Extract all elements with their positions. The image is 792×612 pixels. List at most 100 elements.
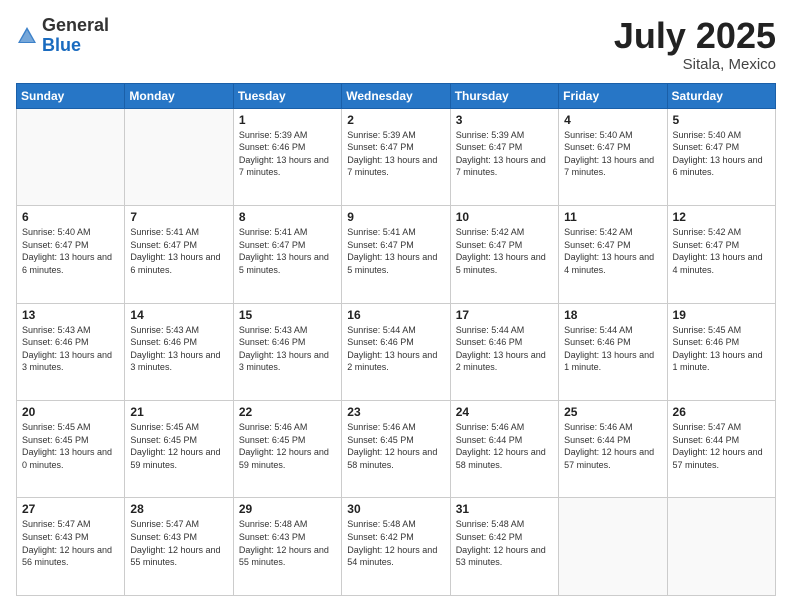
calendar-week-row: 13 Sunrise: 5:43 AMSunset: 6:46 PMDayligh…: [17, 303, 776, 400]
table-row: 10 Sunrise: 5:42 AMSunset: 6:47 PMDayligh…: [450, 206, 558, 303]
cell-text: Sunrise: 5:40 AMSunset: 6:47 PMDaylight:…: [22, 226, 119, 276]
table-row: 27Sunrise: 5:47 AMSunset: 6:43 PMDayligh…: [17, 498, 125, 596]
day-number: 11: [564, 210, 661, 224]
day-number: 10: [456, 210, 553, 224]
cell-text: Sunrise: 5:48 AMSunset: 6:42 PMDaylight:…: [456, 518, 553, 568]
table-row: 15 Sunrise: 5:43 AMSunset: 6:46 PMDayligh…: [233, 303, 341, 400]
day-number: 6: [22, 210, 119, 224]
table-row: 28 Sunrise: 5:47 AMSunset: 6:43 PMDayligh…: [125, 498, 233, 596]
col-saturday: Saturday: [667, 83, 775, 108]
table-row: 21Sunrise: 5:45 AMSunset: 6:45 PMDayligh…: [125, 401, 233, 498]
cell-text: Sunrise: 5:43 AMSunset: 6:46 PMDaylight:…: [130, 324, 227, 374]
day-number: 30: [347, 502, 444, 516]
day-number: 3: [456, 113, 553, 127]
table-row: 5Sunrise: 5:40 AMSunset: 6:47 PMDaylight…: [667, 108, 775, 205]
table-row: [559, 498, 667, 596]
cell-text: Sunrise: 5:44 AMSunset: 6:46 PMDaylight:…: [347, 324, 444, 374]
calendar-week-row: 27 Sunrise: 5:47 AMSunset: 6:43 PMDayligh…: [17, 498, 776, 596]
day-number: 15: [239, 308, 336, 322]
table-row: 9 Sunrise: 5:41 AMSunset: 6:47 PMDaylight…: [342, 206, 450, 303]
cell-text: Sunrise: 5:46 AMSunset: 6:45 PMDaylight:…: [347, 421, 444, 471]
day-number: 7: [130, 210, 227, 224]
cell-text: Sunrise: 5:46 AMSunset: 6:45 PMDaylight:…: [239, 421, 336, 471]
col-tuesday: Tuesday: [233, 83, 341, 108]
cell-text: Sunrise: 5:39 AMSunset: 6:47 PMDaylight:…: [456, 129, 553, 179]
cell-text: Sunrise: 5:43 AMSunset: 6:46 PMDaylight:…: [22, 324, 119, 374]
table-row: 11Sunrise: 5:42 AMSunset: 6:47 PMDayligh…: [559, 206, 667, 303]
day-number: 1: [239, 113, 336, 127]
table-row: 20 Sunrise: 5:45 AMSunset: 6:45 PMDayligh…: [17, 401, 125, 498]
day-number: 29: [239, 502, 336, 516]
cell-text: Sunrise: 5:44 AMSunset: 6:46 PMDaylight:…: [564, 324, 661, 374]
page: General Blue July 2025 Sitala, Mexico Su…: [0, 0, 792, 612]
table-row: 1Sunrise: 5:39 AMSunset: 6:46 PMDaylight…: [233, 108, 341, 205]
day-number: 2: [347, 113, 444, 127]
cell-text: Sunrise: 5:39 AMSunset: 6:47 PMDaylight:…: [347, 129, 444, 179]
cell-text: Sunrise: 5:48 AMSunset: 6:42 PMDaylight:…: [347, 518, 444, 568]
day-number: 28: [130, 502, 227, 516]
cell-text: Sunrise: 5:45 AMSunset: 6:45 PMDaylight:…: [22, 421, 119, 471]
table-row: 13 Sunrise: 5:43 AMSunset: 6:46 PMDayligh…: [17, 303, 125, 400]
cell-text: Sunrise: 5:40 AMSunset: 6:47 PMDaylight:…: [564, 129, 661, 179]
col-thursday: Thursday: [450, 83, 558, 108]
day-number: 12: [673, 210, 770, 224]
col-monday: Monday: [125, 83, 233, 108]
logo-text: General Blue: [42, 16, 109, 56]
day-number: 18: [564, 308, 661, 322]
logo-icon: [16, 25, 38, 47]
table-row: 14 Sunrise: 5:43 AMSunset: 6:46 PMDayligh…: [125, 303, 233, 400]
table-row: 4 Sunrise: 5:40 AMSunset: 6:47 PMDaylight…: [559, 108, 667, 205]
cell-text: Sunrise: 5:45 AMSunset: 6:46 PMDaylight:…: [673, 324, 770, 374]
day-number: 19: [673, 308, 770, 322]
table-row: 18 Sunrise: 5:44 AMSunset: 6:46 PMDayligh…: [559, 303, 667, 400]
table-row: 17Sunrise: 5:44 AMSunset: 6:46 PMDayligh…: [450, 303, 558, 400]
logo: General Blue: [16, 16, 109, 56]
table-row: 25Sunrise: 5:46 AMSunset: 6:44 PMDayligh…: [559, 401, 667, 498]
day-number: 16: [347, 308, 444, 322]
table-row: 22 Sunrise: 5:46 AMSunset: 6:45 PMDayligh…: [233, 401, 341, 498]
cell-text: Sunrise: 5:42 AMSunset: 6:47 PMDaylight:…: [456, 226, 553, 276]
day-number: 25: [564, 405, 661, 419]
cell-text: Sunrise: 5:42 AMSunset: 6:47 PMDaylight:…: [673, 226, 770, 276]
calendar-header-row: Sunday Monday Tuesday Wednesday Thursday…: [17, 83, 776, 108]
day-number: 31: [456, 502, 553, 516]
cell-text: Sunrise: 5:47 AMSunset: 6:44 PMDaylight:…: [673, 421, 770, 471]
table-row: [667, 498, 775, 596]
cell-text: Sunrise: 5:48 AMSunset: 6:43 PMDaylight:…: [239, 518, 336, 568]
day-number: 9: [347, 210, 444, 224]
cell-text: Sunrise: 5:41 AMSunset: 6:47 PMDaylight:…: [130, 226, 227, 276]
day-number: 8: [239, 210, 336, 224]
day-number: 27: [22, 502, 119, 516]
table-row: 19 Sunrise: 5:45 AMSunset: 6:46 PMDayligh…: [667, 303, 775, 400]
table-row: [125, 108, 233, 205]
table-row: 8 Sunrise: 5:41 AMSunset: 6:47 PMDaylight…: [233, 206, 341, 303]
title-location: Sitala, Mexico: [614, 56, 776, 73]
cell-text: Sunrise: 5:47 AMSunset: 6:43 PMDaylight:…: [130, 518, 227, 568]
day-number: 13: [22, 308, 119, 322]
col-sunday: Sunday: [17, 83, 125, 108]
cell-text: Sunrise: 5:40 AMSunset: 6:47 PMDaylight:…: [673, 129, 770, 179]
cell-text: Sunrise: 5:44 AMSunset: 6:46 PMDaylight:…: [456, 324, 553, 374]
calendar-week-row: 6 Sunrise: 5:40 AMSunset: 6:47 PMDaylight…: [17, 206, 776, 303]
title-month: July 2025: [614, 16, 776, 56]
day-number: 14: [130, 308, 227, 322]
day-number: 22: [239, 405, 336, 419]
title-block: July 2025 Sitala, Mexico: [614, 16, 776, 73]
cell-text: Sunrise: 5:41 AMSunset: 6:47 PMDaylight:…: [347, 226, 444, 276]
day-number: 4: [564, 113, 661, 127]
table-row: 6 Sunrise: 5:40 AMSunset: 6:47 PMDaylight…: [17, 206, 125, 303]
cell-text: Sunrise: 5:41 AMSunset: 6:47 PMDaylight:…: [239, 226, 336, 276]
day-number: 20: [22, 405, 119, 419]
col-friday: Friday: [559, 83, 667, 108]
table-row: 3 Sunrise: 5:39 AMSunset: 6:47 PMDaylight…: [450, 108, 558, 205]
table-row: 31 Sunrise: 5:48 AMSunset: 6:42 PMDayligh…: [450, 498, 558, 596]
logo-general: General: [42, 15, 109, 35]
cell-text: Sunrise: 5:46 AMSunset: 6:44 PMDaylight:…: [456, 421, 553, 471]
table-row: 16 Sunrise: 5:44 AMSunset: 6:46 PMDayligh…: [342, 303, 450, 400]
calendar-table: Sunday Monday Tuesday Wednesday Thursday…: [16, 83, 776, 596]
day-number: 23: [347, 405, 444, 419]
day-number: 26: [673, 405, 770, 419]
cell-text: Sunrise: 5:43 AMSunset: 6:46 PMDaylight:…: [239, 324, 336, 374]
header: General Blue July 2025 Sitala, Mexico: [16, 16, 776, 73]
calendar-week-row: 1Sunrise: 5:39 AMSunset: 6:46 PMDaylight…: [17, 108, 776, 205]
